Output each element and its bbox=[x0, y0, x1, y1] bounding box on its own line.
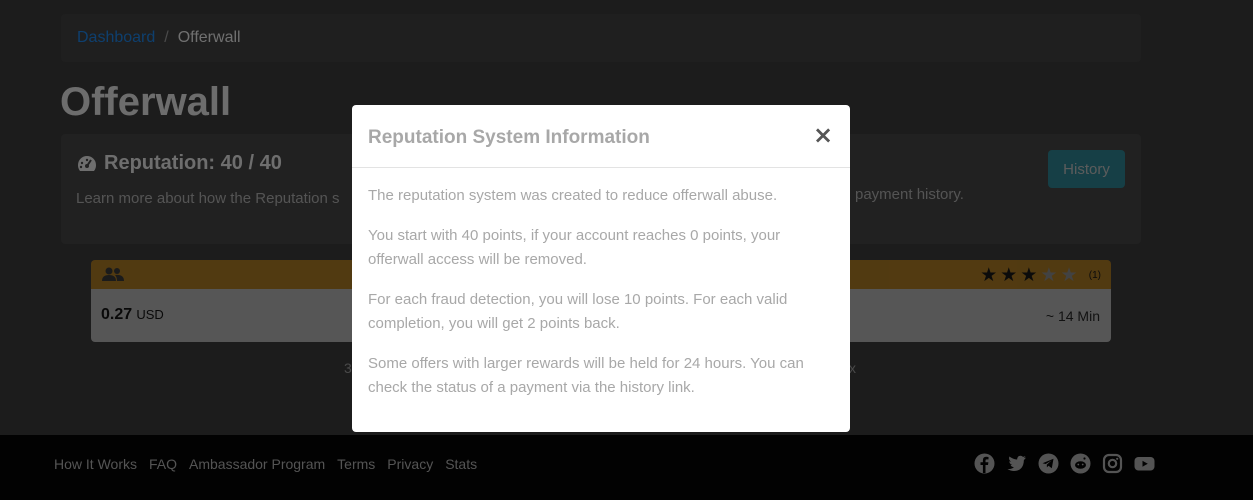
modal-header: Reputation System Information × bbox=[352, 105, 850, 168]
modal-paragraph: You start with 40 points, if your accoun… bbox=[368, 227, 781, 268]
modal-paragraph: Some offers with larger rewards will be … bbox=[368, 355, 804, 396]
modal-paragraph: The reputation system was created to red… bbox=[368, 187, 778, 204]
reputation-info-modal: Reputation System Information × The repu… bbox=[352, 105, 850, 432]
modal-body: The reputation system was created to red… bbox=[352, 168, 850, 400]
modal-paragraph: For each fraud detection, you will lose … bbox=[368, 291, 788, 332]
close-button[interactable]: × bbox=[810, 121, 836, 149]
modal-title: Reputation System Information bbox=[368, 127, 650, 148]
